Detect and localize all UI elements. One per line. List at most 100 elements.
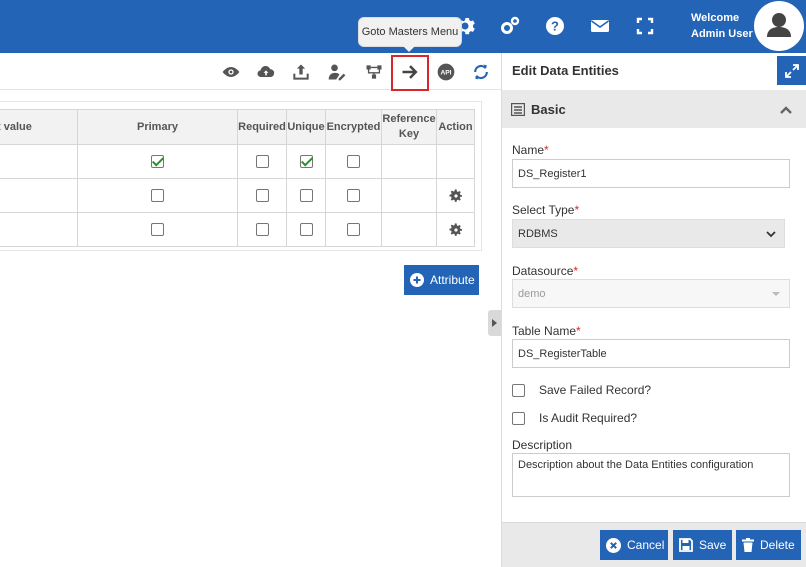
required-mark: * <box>544 143 549 157</box>
encrypted-checkbox[interactable] <box>347 189 360 202</box>
required-cell <box>237 144 287 179</box>
help-icon[interactable]: ? <box>543 14 567 38</box>
name-input[interactable]: DS_Register1 <box>512 159 790 188</box>
encrypted-checkbox[interactable] <box>347 223 360 236</box>
col-required: Required <box>237 109 287 145</box>
select-type-dropdown[interactable]: RDBMS <box>512 219 785 248</box>
cloud-upload-icon <box>257 65 275 78</box>
basic-section-header[interactable]: Basic <box>502 90 806 128</box>
primary-checkbox[interactable] <box>151 155 164 168</box>
chevron-up-icon[interactable] <box>779 103 793 117</box>
unique-checkbox[interactable] <box>299 155 313 168</box>
required-mark: * <box>573 264 579 278</box>
select-type-value: RDBMS <box>518 227 558 240</box>
reference-key-cell <box>381 144 437 179</box>
refresh-icon <box>474 64 488 80</box>
user-edit-button[interactable] <box>324 59 350 85</box>
upload-icon <box>293 64 309 80</box>
table-name-input[interactable]: DS_RegisterTable <box>512 339 790 368</box>
table-row <box>0 178 475 213</box>
avatar[interactable] <box>754 1 804 51</box>
delete-button[interactable]: Delete <box>736 530 801 560</box>
required-checkbox[interactable] <box>255 155 269 168</box>
form-icon <box>511 103 525 116</box>
audit-checkbox[interactable] <box>512 411 525 425</box>
description-textarea[interactable]: Description about the Data Entities conf… <box>512 453 790 497</box>
action-cell[interactable] <box>436 212 475 247</box>
floppy-icon <box>679 538 693 552</box>
welcome-label: Welcome <box>691 12 740 24</box>
expand-panel-button[interactable] <box>777 56 806 85</box>
api-icon: API <box>437 63 455 81</box>
name-label: Name* <box>512 143 549 157</box>
audit-label: Is Audit Required? <box>539 411 638 425</box>
primary-cell <box>77 144 238 179</box>
select-type-label-text: Select Type <box>512 203 575 217</box>
col-encrypted: Encrypted <box>325 109 382 145</box>
default-value-cell <box>0 212 78 247</box>
eye-icon <box>222 67 240 77</box>
unique-checkbox[interactable] <box>299 223 313 236</box>
api-button[interactable]: API <box>433 59 459 85</box>
flow-icon <box>366 65 382 79</box>
name-input-value: DS_Register1 <box>518 167 587 180</box>
add-attribute-label: Attribute <box>430 273 475 287</box>
encrypted-cell <box>325 212 382 247</box>
section-title: Basic <box>531 102 566 117</box>
cancel-button[interactable]: Cancel <box>600 530 668 560</box>
preview-button[interactable] <box>218 59 244 85</box>
caret-down-icon <box>772 292 780 296</box>
unique-cell <box>286 178 326 213</box>
upload-button[interactable] <box>288 59 314 85</box>
edit-entities-panel: Edit Data Entities Basic Name* DS_Regist… <box>501 53 806 567</box>
encrypted-checkbox[interactable] <box>347 155 360 168</box>
gear-icon <box>448 188 462 202</box>
table-row <box>0 212 475 247</box>
table-name-label: Table Name* <box>512 324 581 338</box>
refresh-button[interactable] <box>468 59 494 85</box>
save-button[interactable]: Save <box>673 530 732 560</box>
goto-masters-tooltip: Goto Masters Menu <box>358 17 462 52</box>
reference-key-cell <box>381 212 437 247</box>
default-value-cell <box>0 144 78 179</box>
required-checkbox[interactable] <box>255 189 269 202</box>
user-edit-icon <box>328 64 346 81</box>
datasource-value: demo <box>518 287 546 300</box>
required-cell <box>237 212 287 247</box>
col-action: Action <box>436 109 475 145</box>
primary-checkbox[interactable] <box>151 189 164 202</box>
col-reference-key: Reference Key <box>381 109 437 145</box>
col-primary: Primary <box>77 109 238 145</box>
table-body <box>0 144 475 247</box>
collapse-panel-handle[interactable] <box>488 310 501 336</box>
primary-cell <box>77 212 238 247</box>
cloud-upload-button[interactable] <box>253 59 279 85</box>
primary-cell <box>77 178 238 213</box>
action-cell[interactable] <box>436 178 475 213</box>
unique-checkbox[interactable] <box>299 189 313 202</box>
plus-circle-icon <box>410 273 424 287</box>
add-attribute-button[interactable]: Attribute <box>404 265 479 295</box>
encrypted-cell <box>325 178 382 213</box>
datasource-dropdown[interactable]: demo <box>512 279 790 308</box>
fullscreen-icon[interactable] <box>633 14 657 38</box>
user-avatar-icon <box>767 13 791 37</box>
attributes-table: t value Primary Required Unique Encrypte… <box>0 109 475 247</box>
required-cell <box>237 178 287 213</box>
cogs-icon[interactable] <box>498 14 522 38</box>
table-name-value: DS_RegisterTable <box>518 347 607 360</box>
primary-checkbox[interactable] <box>151 223 164 236</box>
save-failed-checkbox[interactable] <box>512 383 525 397</box>
mail-icon[interactable] <box>588 14 612 38</box>
table-header-row: t value Primary Required Unique Encrypte… <box>0 109 475 145</box>
required-mark: * <box>574 203 580 217</box>
encrypted-cell <box>325 144 382 179</box>
gear-icon <box>448 222 462 236</box>
required-checkbox[interactable] <box>255 223 269 236</box>
action-cell <box>436 144 475 179</box>
required-mark: * <box>576 324 581 338</box>
description-label: Description <box>512 438 573 452</box>
table-row <box>0 144 475 179</box>
flow-button[interactable] <box>361 59 387 85</box>
default-value-cell <box>0 178 78 213</box>
